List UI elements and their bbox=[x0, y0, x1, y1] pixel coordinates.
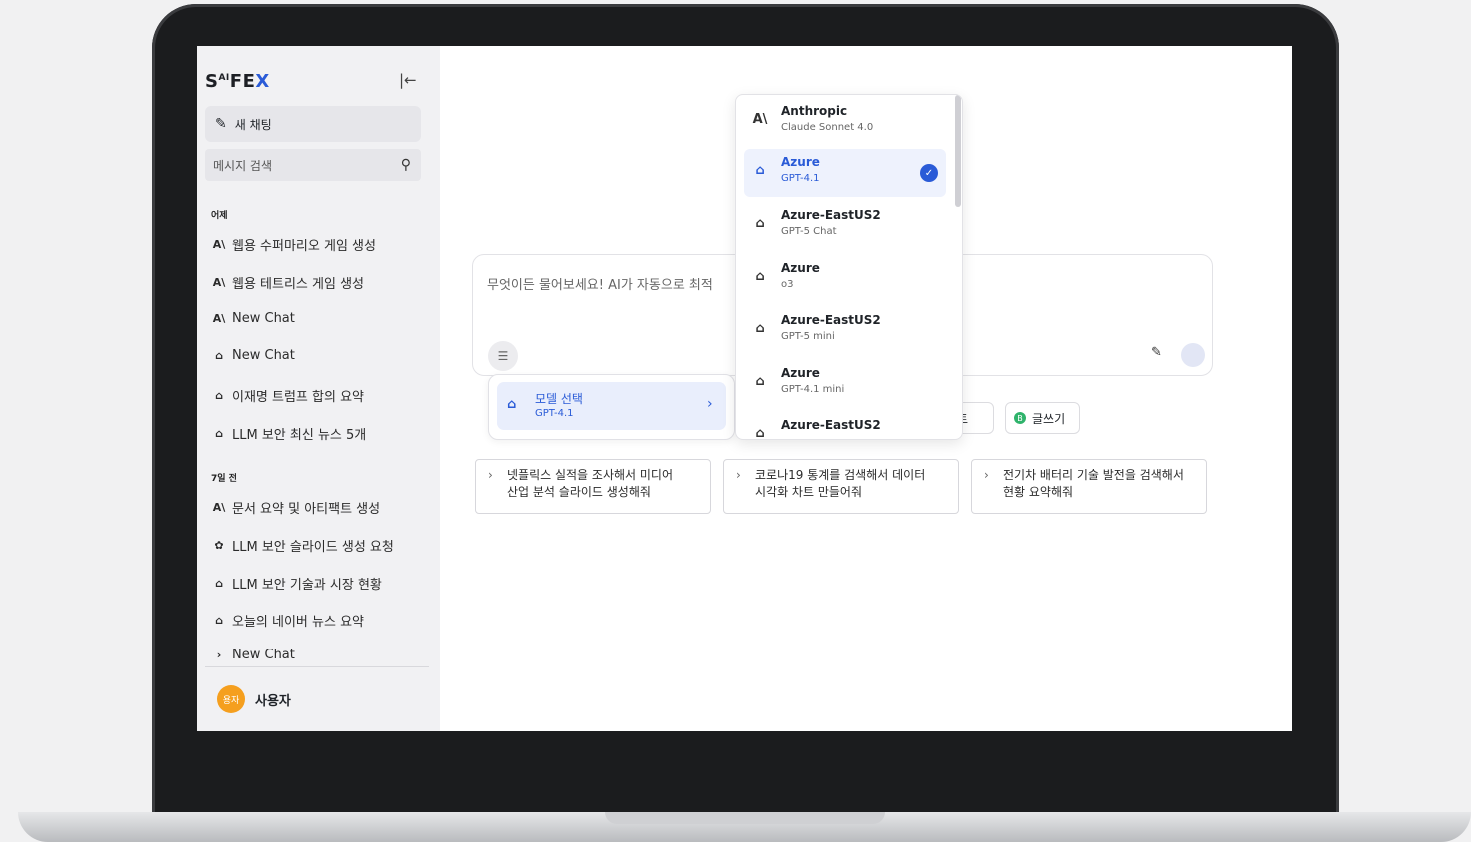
attach-icon[interactable]: ✎ bbox=[1151, 345, 1162, 360]
user-profile[interactable]: 용자 사용자 bbox=[217, 685, 291, 713]
section-label-7days: 7일 전 bbox=[211, 474, 237, 484]
bot-icon: ⌂ bbox=[507, 397, 517, 412]
chevron-right-icon: › bbox=[216, 649, 222, 659]
sidebar-divider bbox=[205, 666, 429, 667]
check-icon: ✓ bbox=[920, 164, 938, 182]
bot-icon: ⌂ bbox=[755, 163, 765, 178]
bot-icon: ⌂ bbox=[755, 321, 765, 336]
anthropic-icon: A\ bbox=[212, 238, 226, 251]
new-chat-label: 새 채팅 bbox=[234, 117, 272, 132]
model-selector-selected: GPT-4.1 bbox=[535, 408, 574, 419]
edit-icon: ✎ bbox=[215, 116, 227, 132]
chat-history-item[interactable]: ⌂ 오늘의 네이버 뉴스 요약 bbox=[212, 611, 364, 630]
sidebar: SAIFEX |← ✎ 새 채팅 메시지 검색 ⚲ 어제 A\ 웹용 수퍼마리오 … bbox=[197, 46, 440, 731]
chat-history-item[interactable]: A\ 웹용 수퍼마리오 게임 생성 bbox=[212, 235, 376, 254]
model-option[interactable]: ⌂ Azure-EastUS2 GPT-5 mini bbox=[744, 307, 946, 355]
chevron-right-icon: › bbox=[488, 468, 493, 482]
anthropic-icon: A\ bbox=[212, 501, 226, 514]
model-option-selected[interactable]: ⌂ Azure GPT-4.1 ✓ bbox=[744, 149, 946, 197]
send-button[interactable] bbox=[1181, 343, 1205, 367]
avatar: 용자 bbox=[217, 685, 245, 713]
model-selector-menu[interactable]: ⌂ 모델 선택 GPT-4.1 › bbox=[488, 374, 735, 440]
collapse-sidebar-icon[interactable]: |← bbox=[399, 71, 417, 89]
new-chat-button[interactable]: ✎ 새 채팅 bbox=[205, 106, 421, 142]
model-option[interactable]: A\ Anthropic Claude Sonnet 4.0 bbox=[744, 98, 946, 146]
search-placeholder: 메시지 검색 bbox=[213, 158, 273, 173]
user-name: 사용자 bbox=[255, 693, 291, 709]
bot-icon: ⌂ bbox=[215, 389, 223, 402]
anthropic-icon: A\ bbox=[212, 312, 226, 325]
bot-icon: ⌂ bbox=[755, 374, 765, 389]
section-label-yesterday: 어제 bbox=[211, 211, 228, 221]
search-icon: ⚲ bbox=[400, 157, 411, 173]
chat-history-item[interactable]: A\ 웹용 테트리스 게임 생성 bbox=[212, 273, 364, 292]
bot-icon: ⌂ bbox=[215, 349, 223, 362]
chevron-right-icon: › bbox=[984, 468, 989, 482]
dropdown-scrollbar[interactable] bbox=[955, 95, 961, 207]
suggestion-card[interactable]: › 코로나19 통계를 검색해서 데이터 시각화 차트 만들어줘 bbox=[723, 459, 959, 514]
app-logo: SAIFEX bbox=[205, 71, 270, 92]
model-option[interactable]: ⌂ Azure-EastUS2 GPT-5 Chat bbox=[744, 202, 946, 250]
settings-sliders-icon[interactable]: ☰ bbox=[488, 341, 518, 371]
chat-history-item[interactable]: ⌂ 이재명 트럼프 합의 요약 bbox=[212, 386, 364, 405]
writing-chip[interactable]: B 글쓰기 bbox=[1005, 402, 1080, 434]
chat-history-item[interactable]: ⌂ LLM 보안 기술과 시장 현황 bbox=[212, 574, 382, 593]
model-dropdown[interactable]: A\ Anthropic Claude Sonnet 4.0 ⌂ Azure G… bbox=[735, 94, 963, 440]
bot-icon: ⌂ bbox=[215, 427, 223, 440]
bot-icon: ⌂ bbox=[755, 426, 765, 440]
chevron-right-icon: › bbox=[707, 396, 713, 412]
chat-history-item[interactable]: A\ 문서 요약 및 아티팩트 생성 bbox=[212, 498, 380, 517]
bot-icon: ⌂ bbox=[755, 216, 765, 231]
bot-icon: ⌂ bbox=[215, 614, 223, 627]
bot-icon: ⌂ bbox=[755, 269, 765, 284]
chat-history-item[interactable]: › New Chat bbox=[212, 649, 295, 659]
anthropic-icon: A\ bbox=[752, 112, 768, 127]
chevron-right-icon: › bbox=[736, 468, 741, 482]
search-input[interactable]: 메시지 검색 ⚲ bbox=[205, 149, 421, 181]
chat-history-item[interactable]: ⌂ New Chat bbox=[212, 348, 295, 363]
model-option[interactable]: ⌂ Azure o3 bbox=[744, 255, 946, 303]
writing-icon: B bbox=[1014, 412, 1026, 424]
model-selector-item[interactable]: ⌂ 모델 선택 GPT-4.1 › bbox=[497, 382, 726, 430]
bot-icon: ⌂ bbox=[215, 577, 223, 590]
chat-history-item[interactable]: A\ New Chat bbox=[212, 311, 295, 326]
composer-placeholder: 무엇이든 물어보세요! AI가 자동으로 최적 bbox=[487, 278, 713, 293]
model-option[interactable]: ⌂ Azure-EastUS2 bbox=[744, 412, 946, 440]
app-screen: SAIFEX |← ✎ 새 채팅 메시지 검색 ⚲ 어제 A\ 웹용 수퍼마리오 … bbox=[197, 46, 1292, 731]
chat-history-item[interactable]: ✿ LLM 보안 슬라이드 생성 요청 bbox=[212, 536, 393, 555]
openai-icon: ✿ bbox=[214, 539, 224, 552]
suggestion-card[interactable]: › 넷플릭스 실적을 조사해서 미디어 산업 분석 슬라이드 생성해줘 bbox=[475, 459, 711, 514]
model-option[interactable]: ⌂ Azure GPT-4.1 mini bbox=[744, 360, 946, 408]
model-selector-title: 모델 선택 bbox=[535, 392, 583, 406]
suggestion-card[interactable]: › 전기차 배터리 기술 발전을 검색해서 현황 요약해줘 bbox=[971, 459, 1207, 514]
chat-history-item[interactable]: ⌂ LLM 보안 최신 뉴스 5개 bbox=[212, 424, 366, 443]
laptop-notch bbox=[605, 812, 885, 824]
anthropic-icon: A\ bbox=[212, 276, 226, 289]
